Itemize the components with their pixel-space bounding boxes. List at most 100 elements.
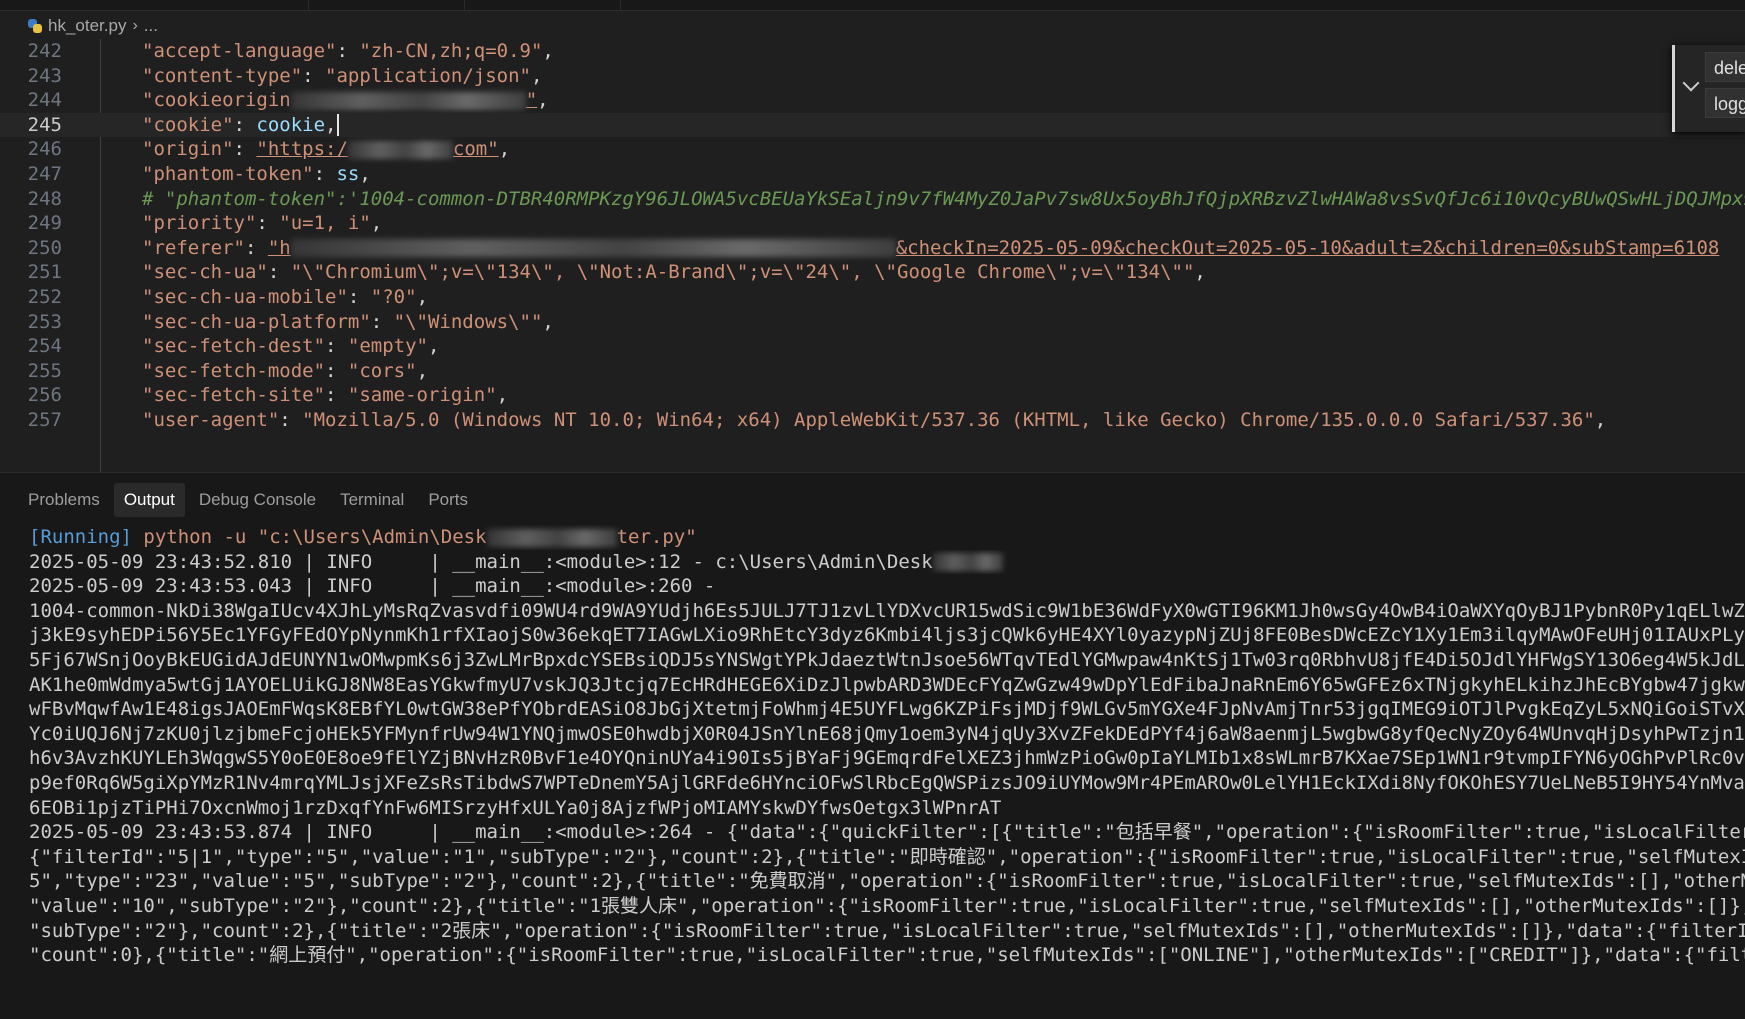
code-token: "origin" bbox=[142, 138, 234, 161]
code-token: : bbox=[347, 286, 371, 308]
code-line[interactable]: 257 "user-agent": "Mozilla/5.0 (Windows N… bbox=[0, 408, 1745, 433]
log-text: "value":"10","subType":"2"},"count":2},{… bbox=[29, 894, 1745, 917]
code-line[interactable]: 245 "cookie": cookie, bbox=[0, 112, 1745, 138]
code-token: : bbox=[256, 212, 280, 235]
code-line[interactable]: 246 "origin": "https:/ com", bbox=[0, 137, 1745, 162]
code-token: , bbox=[416, 286, 429, 308]
code-token: , bbox=[325, 113, 337, 136]
code-token: "sec-fetch-mode" bbox=[142, 359, 326, 382]
code-line[interactable]: 248 # "phantom-token":'1004-common-DTBR40… bbox=[0, 187, 1745, 212]
code-token: : bbox=[370, 310, 394, 333]
line-number: 242 bbox=[27, 40, 62, 62]
running-label: [Running] bbox=[29, 526, 132, 548]
chevron-down-icon[interactable] bbox=[1682, 74, 1700, 92]
log-text: 5Fj67WSnjOoyBkEUGidAJdEUNYN1wOMwpmKs6j3Z… bbox=[29, 648, 1745, 671]
code-token: , bbox=[1194, 261, 1206, 284]
code-token: , bbox=[530, 64, 543, 87]
log-text: 5","type":"23","value":"5","subType":"2"… bbox=[29, 870, 1745, 893]
code-token: : bbox=[336, 40, 360, 62]
code-line[interactable]: 242 "accept-language": "zh-CN,zh;q=0.9", bbox=[0, 39, 1745, 64]
running-line: [Running] python -u "c:\Users\Admin\Desk… bbox=[29, 525, 1745, 550]
line-number: 247 bbox=[27, 163, 62, 185]
log-text: wFBvMqwfAw1E48igsJAOEmFWqsK8EBfYL0wtGW38… bbox=[29, 698, 1745, 721]
code-line[interactable]: 244 "cookieorigin ", bbox=[0, 88, 1745, 113]
editor-tab-strip bbox=[0, 0, 1745, 11]
code-token: "sec-ch-ua-platform" bbox=[142, 310, 371, 333]
code-line[interactable]: 255 "sec-fetch-mode": "cors", bbox=[0, 359, 1745, 384]
panel-tabs: Problems Output Debug Console Terminal P… bbox=[28, 483, 492, 517]
log-text: 6EOBi1pjzTiPHi7OxcnWmoj1rzDxqfYnFw6MISrz… bbox=[29, 796, 1002, 819]
code-token: "zh-CN,zh;q=0.9" bbox=[359, 40, 543, 62]
code-line[interactable]: 253 "sec-ch-ua-platform": "\"Windows\"", bbox=[0, 310, 1745, 335]
code-token: : bbox=[267, 261, 291, 284]
breadcrumb-more[interactable]: ... bbox=[144, 16, 158, 36]
code-token: cookie bbox=[256, 113, 326, 136]
code-line[interactable]: 250 "referer": "h &checkIn=2025-05-09&chec… bbox=[0, 236, 1745, 261]
code-text: "accept-language": "zh-CN,zh;q=0.9", bbox=[142, 39, 554, 64]
code-token: "priority" bbox=[142, 212, 257, 235]
log-text: 2025-05-09 23:43:53.043 | INFO | __main_… bbox=[29, 575, 716, 598]
code-text: "cookie": cookie, bbox=[142, 113, 339, 138]
code-token: "?0" bbox=[370, 286, 417, 308]
code-line[interactable]: 251 "sec-ch-ua": "\"Chromium\";v=\"134\",… bbox=[0, 260, 1745, 285]
code-text: "origin": "https:/ com", bbox=[142, 137, 510, 162]
code-token: "accept-language" bbox=[142, 40, 337, 62]
code-token: "cors" bbox=[347, 359, 417, 382]
redacted-blur bbox=[486, 528, 617, 547]
tab-ports[interactable]: Ports bbox=[428, 483, 482, 517]
code-token: "sec-ch-ua-mobile" bbox=[142, 286, 348, 308]
code-line[interactable]: 252 "sec-ch-ua-mobile": "?0", bbox=[0, 285, 1745, 310]
line-number: 252 bbox=[27, 286, 62, 308]
tab-debug-console[interactable]: Debug Console bbox=[199, 483, 330, 517]
code-token: : bbox=[325, 359, 348, 382]
code-line[interactable]: 247 "phantom-token": ss, bbox=[0, 162, 1745, 187]
code-token: : bbox=[325, 335, 348, 358]
code-token: "sec-fetch-dest" bbox=[142, 335, 326, 358]
line-number: 245 bbox=[27, 113, 62, 136]
python-file-icon bbox=[28, 19, 42, 33]
code-text: "sec-ch-ua-platform": "\"Windows\"", bbox=[142, 310, 554, 335]
code-token: "sec-fetch-site" bbox=[142, 384, 326, 407]
line-number: 249 bbox=[27, 212, 62, 235]
line-number: 257 bbox=[27, 409, 62, 431]
code-token: "application/json" bbox=[325, 64, 531, 87]
code-token: , bbox=[359, 163, 371, 185]
log-text: AK1he0mWdmya5wtGj1AYOELUikGJ8NW8EasYGkwf… bbox=[29, 673, 1745, 696]
line-number: 248 bbox=[27, 187, 62, 210]
replace-input[interactable]: logg bbox=[1705, 88, 1745, 118]
code-text: "sec-fetch-dest": "empty", bbox=[142, 334, 439, 359]
tab-terminal[interactable]: Terminal bbox=[340, 483, 418, 517]
tab-problems[interactable]: Problems bbox=[28, 483, 114, 517]
log-text: 2025-05-09 23:43:52.810 | INFO | __main_… bbox=[29, 550, 933, 573]
code-token: "content-type" bbox=[142, 64, 303, 87]
output-log[interactable]: [Running] python -u "c:\Users\Admin\Desk… bbox=[29, 525, 1745, 968]
code-line[interactable]: 243 "content-type": "application/json", bbox=[0, 64, 1745, 89]
code-editor[interactable]: 242 "accept-language": "zh-CN,zh;q=0.9", 2… bbox=[0, 39, 1745, 472]
code-token: , bbox=[370, 212, 383, 235]
line-number: 244 bbox=[27, 89, 62, 112]
code-line[interactable]: 256 "sec-fetch-site": "same-origin", bbox=[0, 383, 1745, 408]
code-token: , bbox=[416, 359, 429, 382]
tab-output[interactable]: Output bbox=[113, 483, 185, 517]
code-token: : bbox=[233, 138, 257, 161]
code-token: "Mozilla/5.0 (Windows NT 10.0; Win64; x6… bbox=[302, 409, 1595, 431]
code-token: "u=1, i" bbox=[279, 212, 371, 235]
code-token: , bbox=[496, 384, 509, 407]
breadcrumb-file[interactable]: hk_oter.py bbox=[48, 16, 126, 36]
breadcrumb: hk_oter.py › ... bbox=[28, 14, 158, 38]
code-line[interactable]: 254 "sec-fetch-dest": "empty", bbox=[0, 334, 1745, 359]
log-text: p9ef0Rq6W5giXpYMzR1Nv4mrqYMLJsjXFeZsRsTi… bbox=[29, 771, 1745, 794]
find-widget: dele logg bbox=[1672, 45, 1745, 132]
line-number: 254 bbox=[27, 335, 62, 358]
code-token: " bbox=[525, 89, 538, 112]
line-number: 255 bbox=[27, 359, 62, 382]
log-line: 5","type":"23","value":"5","subType":"2"… bbox=[29, 869, 1745, 894]
code-token: , bbox=[542, 40, 554, 62]
log-text: "count":0},{"title":"網上預付","operation":{… bbox=[29, 944, 1745, 967]
code-token: "cookieorigin bbox=[142, 89, 291, 112]
code-line[interactable]: 249 "priority": "u=1, i", bbox=[0, 211, 1745, 236]
log-line: "count":0},{"title":"網上預付","operation":{… bbox=[29, 943, 1745, 968]
code-text: "sec-fetch-site": "same-origin", bbox=[142, 383, 508, 408]
find-input[interactable]: dele bbox=[1705, 52, 1745, 82]
redacted-blur bbox=[347, 140, 453, 159]
